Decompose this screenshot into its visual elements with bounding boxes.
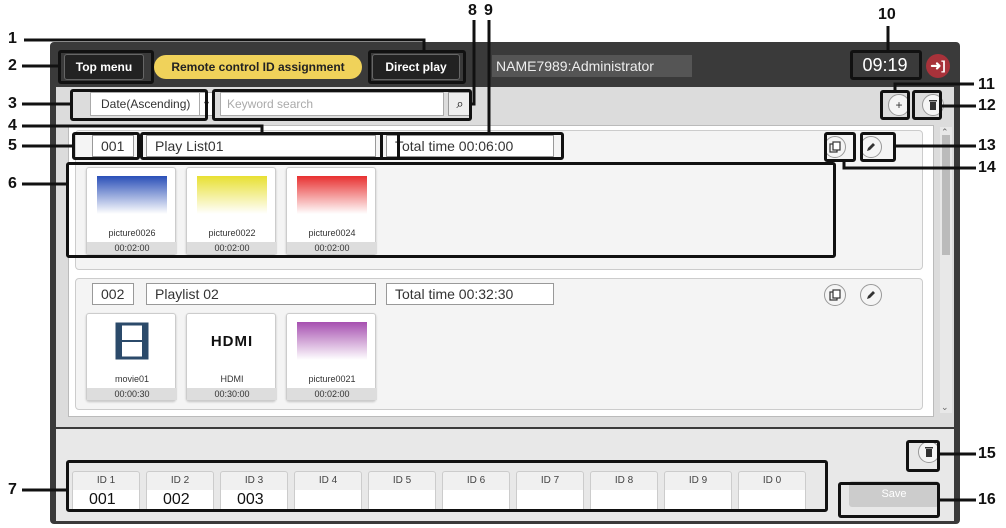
- callout-number: 6: [8, 175, 17, 192]
- callout-number: 4: [8, 117, 17, 134]
- callout-number: 16: [978, 491, 996, 508]
- callout-number: 7: [8, 481, 17, 498]
- callout-number: 10: [878, 6, 896, 23]
- callout-leaders: [22, 20, 976, 502]
- callout-number: 5: [8, 137, 17, 154]
- callout-number: 3: [8, 95, 17, 112]
- callout-number: 2: [8, 57, 17, 74]
- callout-number: 8: [468, 2, 477, 19]
- annotated-screenshot: Top menu Remote control ID assignment Di…: [0, 0, 1006, 528]
- callout-number: 13: [978, 137, 996, 154]
- callout-number: 12: [978, 97, 996, 114]
- callout-number: 11: [978, 76, 995, 93]
- callout-number: 15: [978, 445, 996, 462]
- callout-number: 9: [484, 2, 493, 19]
- callout-number: 14: [978, 159, 996, 176]
- callout-number: 1: [8, 30, 17, 47]
